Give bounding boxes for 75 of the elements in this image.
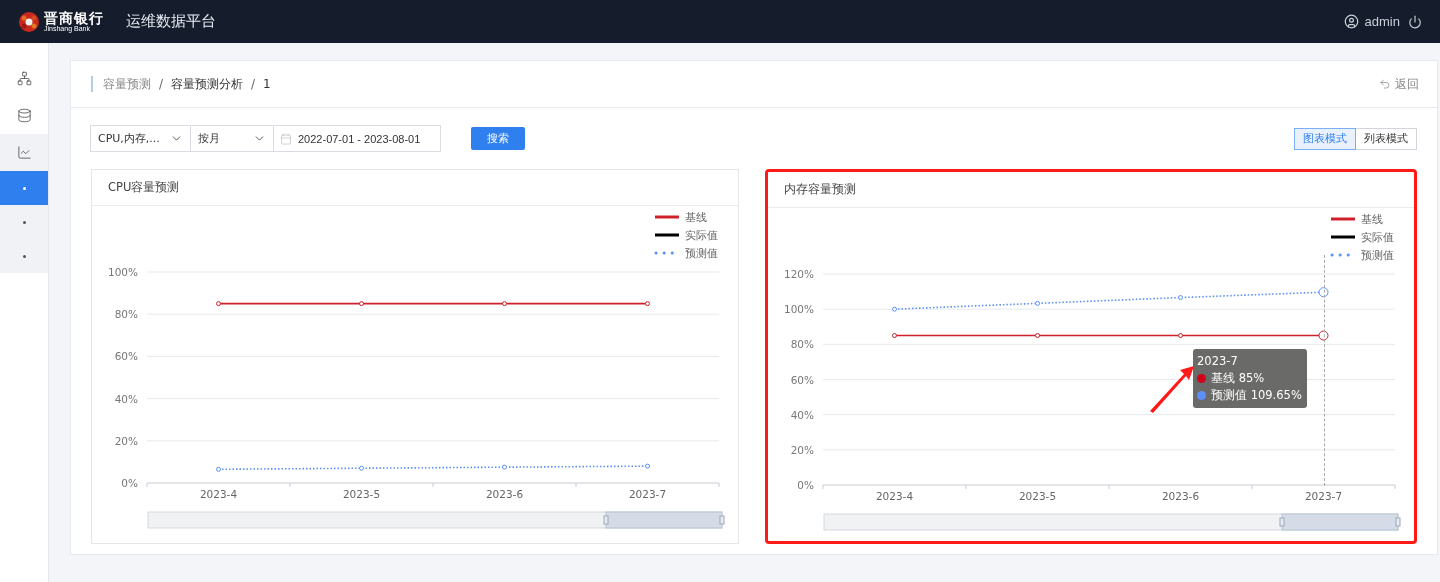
- tooltip-value: 基线 85%: [1211, 370, 1265, 387]
- axis-label: 2023-7: [1304, 490, 1343, 502]
- data-point: [1035, 333, 1040, 339]
- axis-label: 40%: [114, 392, 138, 405]
- axis-label: 20%: [790, 443, 814, 456]
- breadcrumb-item: 1: [263, 77, 271, 91]
- line-chart-icon: [16, 145, 32, 160]
- data-point: [502, 464, 507, 470]
- data-point: [359, 301, 364, 307]
- breadcrumb-separator: /: [251, 77, 256, 91]
- user-icon[interactable]: [1343, 14, 1359, 29]
- data-point: [1178, 333, 1183, 339]
- data-point: [1178, 295, 1183, 301]
- sitemap-icon: [16, 71, 32, 86]
- sidebar-subitem[interactable]: [0, 171, 48, 205]
- data-point: [216, 466, 221, 472]
- data-point: [892, 333, 897, 339]
- axis-label: 2023-5: [342, 488, 381, 500]
- chart-title: 内存容量预测: [768, 172, 1414, 208]
- data-point: [892, 306, 897, 312]
- mode-toggle[interactable]: 列表模式: [1355, 127, 1417, 150]
- legend-label: 基线: [685, 211, 707, 224]
- app-title: 运维数据平台: [126, 12, 216, 31]
- axis-label: 2023-5: [1018, 490, 1057, 502]
- undo-icon: [1379, 78, 1391, 90]
- data-point: [216, 301, 221, 307]
- axis-label: 2023-4: [875, 490, 914, 502]
- data-point: [645, 301, 650, 307]
- legend-label: 预测值: [685, 247, 718, 260]
- tooltip-value: 预测值 109.65%: [1211, 387, 1302, 404]
- axis-label: 120%: [783, 268, 814, 280]
- axis-label: 100%: [107, 266, 138, 278]
- tooltip-title: 2023-7: [1197, 353, 1239, 370]
- mode-toggle[interactable]: 图表模式: [1294, 127, 1356, 150]
- data-point: [502, 301, 507, 307]
- axis-label: 2023-4: [199, 488, 238, 500]
- annotation-arrow: [1150, 366, 1194, 413]
- date-range-field[interactable]: 2022-07-01 - 2023-08-01: [273, 125, 441, 152]
- period-select[interactable]: 按月: [190, 125, 274, 152]
- breadcrumb-item[interactable]: 容量预测: [103, 75, 151, 93]
- axis-label: 20%: [114, 434, 138, 447]
- axis-label: 100%: [783, 303, 814, 316]
- back-link[interactable]: 返回: [1379, 75, 1419, 93]
- data-point: [645, 463, 650, 469]
- data-point: [1318, 287, 1329, 298]
- axis-label: 2023-6: [1161, 490, 1200, 502]
- axis-label: 80%: [114, 308, 138, 321]
- logo-name: 晋商银行: [44, 11, 104, 25]
- axis-label: 0%: [797, 479, 814, 491]
- axis-label: 80%: [790, 338, 814, 351]
- user-name: admin: [1364, 14, 1400, 29]
- calendar-icon: [280, 132, 292, 145]
- legend-label: 预测值: [1361, 249, 1394, 262]
- axis-label: 60%: [790, 373, 814, 386]
- axis-label: 2023-7: [628, 488, 667, 500]
- data-point: [1318, 330, 1329, 341]
- chart-title: CPU容量预测: [92, 170, 738, 206]
- database-icon: [16, 108, 32, 123]
- legend-label: 实际值: [1361, 231, 1394, 244]
- data-point: [359, 465, 364, 471]
- data-point: [1035, 300, 1040, 306]
- zoom-slider[interactable]: [823, 513, 1401, 531]
- axis-label: 60%: [114, 350, 138, 363]
- breadcrumb-item: 容量预测分析: [171, 75, 244, 93]
- legend-label: 基线: [1361, 213, 1383, 226]
- axis-label: 2023-6: [485, 488, 524, 500]
- legend-label: 实际值: [685, 229, 718, 242]
- zoom-slider[interactable]: [147, 511, 725, 529]
- axis-label: 40%: [790, 408, 814, 421]
- search-button[interactable]: 搜索: [471, 127, 525, 150]
- power-icon[interactable]: [1408, 14, 1422, 29]
- axis-label: 0%: [121, 477, 138, 489]
- breadcrumb-separator: /: [159, 77, 164, 91]
- metric-select[interactable]: CPU,内存,...: [90, 125, 191, 152]
- logo-icon: [18, 10, 40, 33]
